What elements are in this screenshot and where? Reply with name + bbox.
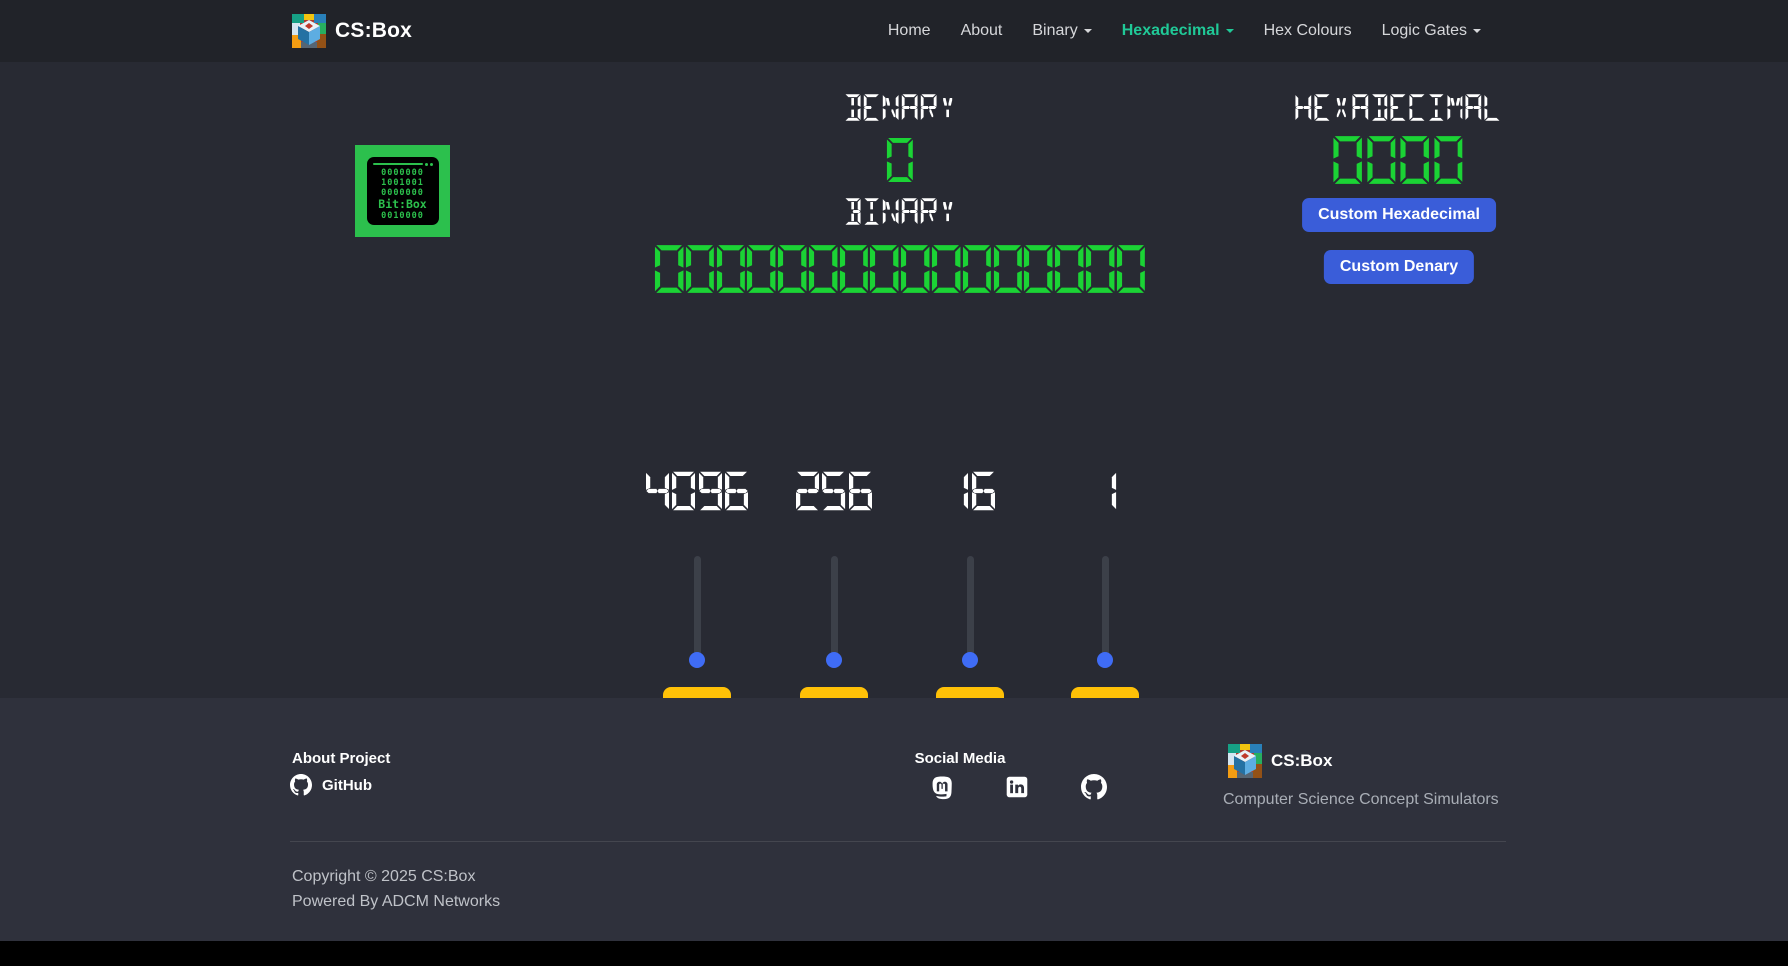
- hexadecimal-heading: [1295, 93, 1500, 122]
- slider-column-256: Reset: [764, 470, 904, 722]
- navbar: CS:Box Home About Binary Hexadecimal Hex…: [0, 0, 1788, 62]
- nav-item-home[interactable]: Home: [873, 14, 946, 48]
- footer-tagline: Computer Science Concept Simulators: [1223, 791, 1499, 809]
- denary-heading: [845, 93, 956, 122]
- slider-value-label: [1093, 470, 1116, 512]
- slider-thumb[interactable]: [826, 652, 842, 668]
- slider-column-4096: Reset: [627, 470, 767, 722]
- binary-display: [655, 243, 1145, 295]
- denary-display: [887, 136, 913, 184]
- social-media-heading: Social Media: [915, 750, 1006, 767]
- slider-track[interactable]: [694, 556, 701, 662]
- chevron-down-icon: [1473, 29, 1481, 33]
- slider-value-label: [796, 470, 872, 512]
- footer: About Project GitHub Social Media: [0, 698, 1788, 941]
- slider-value-label: [646, 470, 749, 512]
- hexadecimal-display: [1333, 134, 1462, 186]
- chevron-down-icon: [1226, 29, 1234, 33]
- slider-track[interactable]: [1102, 556, 1109, 662]
- linkedin-link[interactable]: [1004, 774, 1030, 805]
- nav-item-about[interactable]: About: [946, 14, 1018, 48]
- slider-column-16: Reset: [900, 470, 1040, 722]
- slider-track[interactable]: [831, 556, 838, 662]
- page-bottom-strip: [0, 941, 1788, 966]
- slider-column-1: Reset: [1035, 470, 1175, 722]
- custom-hexadecimal-button[interactable]: Custom Hexadecimal: [1302, 198, 1496, 232]
- chevron-down-icon: [1084, 29, 1092, 33]
- brand-name: CS:Box: [335, 19, 412, 43]
- slider-track[interactable]: [967, 556, 974, 662]
- brand-link[interactable]: CS:Box: [292, 14, 412, 48]
- footer-brand: CS:Box: [1228, 744, 1332, 778]
- bitbox-window-graphic: 0000000 1001001 0000000 Bit:Box 0010000: [367, 157, 439, 225]
- csbox-logo-icon: [1228, 744, 1262, 778]
- bitbox-logo-image: 0000000 1001001 0000000 Bit:Box 0010000: [355, 145, 450, 237]
- nav-item-hexadecimal[interactable]: Hexadecimal: [1107, 14, 1249, 48]
- hexadecimal-converter-section: 0000000 1001001 0000000 Bit:Box 0010000 …: [0, 62, 1788, 698]
- slider-thumb[interactable]: [962, 652, 978, 668]
- mastodon-link[interactable]: [929, 774, 955, 805]
- custom-denary-button[interactable]: Custom Denary: [1324, 250, 1474, 284]
- github-repo-link[interactable]: GitHub: [290, 774, 372, 796]
- about-project-heading: About Project: [292, 750, 390, 767]
- nav-links: Home About Binary Hexadecimal Hex Colour…: [873, 14, 1496, 48]
- powered-by-text: Powered By ADCM Networks: [292, 893, 500, 911]
- nav-item-binary[interactable]: Binary: [1017, 14, 1106, 48]
- github-social-link[interactable]: [1081, 774, 1107, 805]
- slider-thumb[interactable]: [1097, 652, 1113, 668]
- github-link-label: GitHub: [322, 777, 372, 794]
- footer-divider: [290, 841, 1506, 842]
- footer-brand-name: CS:Box: [1271, 751, 1332, 771]
- github-icon: [290, 774, 312, 796]
- linkedin-icon: [1004, 787, 1030, 804]
- github-icon: [1081, 787, 1107, 804]
- nav-item-hex-colours[interactable]: Hex Colours: [1249, 14, 1367, 48]
- csbox-logo-icon: [292, 14, 326, 48]
- mastodon-icon: [929, 787, 955, 804]
- slider-value-label: [945, 470, 995, 512]
- copyright-text: Copyright © 2025 CS:Box: [292, 868, 475, 886]
- nav-item-logic-gates[interactable]: Logic Gates: [1367, 14, 1496, 48]
- binary-heading: [845, 197, 956, 226]
- slider-thumb[interactable]: [689, 652, 705, 668]
